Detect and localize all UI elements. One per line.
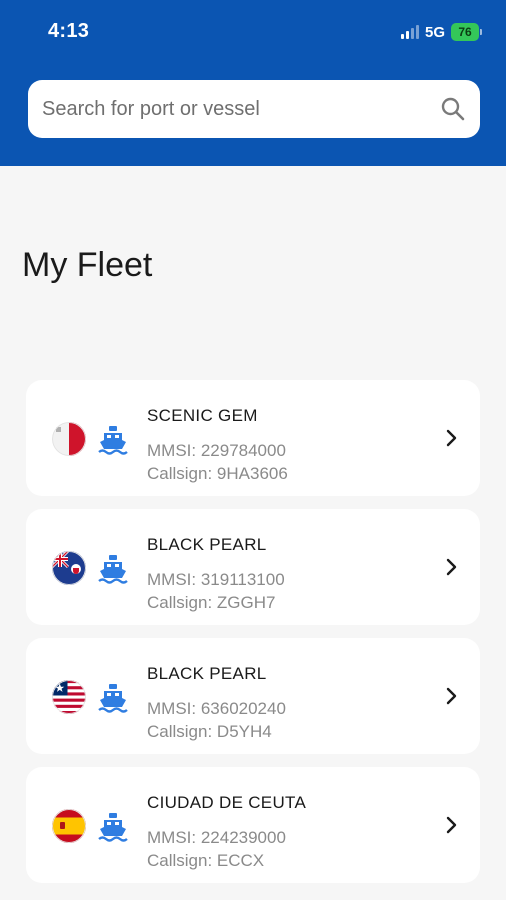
vessel-card[interactable]: SCENIC GEM MMSI: 229784000 Callsign: 9HA… — [26, 380, 480, 496]
app-header: 4:13 5G 76 — [0, 0, 506, 166]
vessel-callsign: Callsign: D5YH4 — [147, 722, 272, 741]
vessel-card[interactable]: BLACK PEARL MMSI: 636020240 Callsign: D5… — [26, 638, 480, 754]
vessel-name: BLACK PEARL — [147, 535, 267, 554]
vessel-name: BLACK PEARL — [147, 664, 267, 683]
spain-flag-icon — [52, 809, 86, 843]
fleet-list: SCENIC GEM MMSI: 229784000 Callsign: 9HA… — [26, 380, 480, 896]
vessel-card[interactable]: BLACK PEARL MMSI: 319113100 Callsign: ZG… — [26, 509, 480, 625]
vessel-callsign: Callsign: 9HA3606 — [147, 464, 288, 483]
status-time: 4:13 — [48, 20, 90, 42]
chevron-right-icon[interactable] — [444, 428, 460, 448]
ship-icon — [98, 426, 128, 455]
chevron-right-icon[interactable] — [444, 557, 460, 577]
vessel-callsign: Callsign: ZGGH7 — [147, 593, 276, 612]
status-indicators: 5G 76 — [400, 22, 482, 42]
network-label: 5G — [424, 23, 445, 41]
chevron-right-icon[interactable] — [444, 686, 460, 706]
malta-flag-icon — [52, 422, 86, 456]
page-title: My Fleet — [22, 246, 153, 284]
battery-icon: 76 — [451, 23, 482, 41]
ship-icon — [98, 555, 128, 584]
ship-icon — [98, 813, 128, 842]
battery-level: 76 — [451, 23, 479, 41]
vessel-card[interactable]: CIUDAD DE CEUTA MMSI: 224239000 Callsign… — [26, 767, 480, 883]
vessel-mmsi: MMSI: 319113100 — [147, 570, 285, 589]
chevron-right-icon[interactable] — [444, 815, 460, 835]
vessel-mmsi: MMSI: 636020240 — [147, 699, 286, 718]
vessel-name: SCENIC GEM — [147, 406, 258, 425]
vessel-mmsi: MMSI: 229784000 — [147, 441, 286, 460]
ship-icon — [98, 684, 128, 713]
search-input[interactable] — [40, 96, 440, 122]
signal-icon — [400, 25, 419, 39]
vessel-callsign: Callsign: ECCX — [147, 851, 265, 870]
search-icon[interactable] — [440, 96, 466, 122]
liberia-flag-icon — [52, 680, 86, 714]
vessel-name: CIUDAD DE CEUTA — [147, 793, 307, 812]
cayman-islands-flag-icon — [52, 551, 86, 585]
vessel-mmsi: MMSI: 224239000 — [147, 828, 286, 847]
search-bar[interactable] — [28, 80, 480, 138]
